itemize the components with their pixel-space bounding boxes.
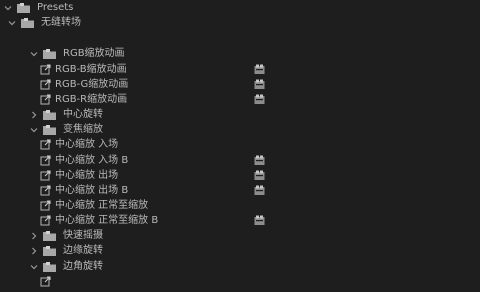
tree-row-label: 中心缩放 正常至缩放 B <box>55 215 159 226</box>
tree-preset-row[interactable]: 中心缩放 正常至缩放 B <box>0 213 480 228</box>
accelerated-effect-icon <box>254 170 265 181</box>
chevron-down-icon[interactable] <box>4 3 12 13</box>
tree-row-label: RGB-G缩放动画 <box>55 79 129 90</box>
accelerated-effect-icon <box>254 94 265 105</box>
tree-row-label: 边缘旋转 <box>63 245 103 256</box>
tree-folder-row[interactable]: 边缘旋转 <box>0 243 480 258</box>
tree-row-label: 中心缩放 出场 B <box>55 185 129 196</box>
chevron-down-icon[interactable] <box>30 125 38 135</box>
tree-folder-row[interactable]: RGB缩放动画 <box>0 46 480 61</box>
chevron-right-icon[interactable] <box>30 231 38 241</box>
preset-icon <box>40 185 51 196</box>
preset-icon <box>40 200 51 211</box>
folder-icon <box>43 109 57 120</box>
folder-icon <box>43 48 57 59</box>
tree-row-label: 中心缩放 出场 <box>55 170 119 181</box>
preset-icon <box>40 215 51 226</box>
tree-row-label: RGB-R缩放动画 <box>55 94 128 105</box>
tree-preset-row[interactable]: RGB-R缩放动画 <box>0 92 480 107</box>
preset-icon <box>40 139 51 150</box>
folder-icon <box>43 124 57 135</box>
tree-row-label: 中心旋转 <box>63 109 103 120</box>
tree-preset-row[interactable]: RGB-G缩放动画 <box>0 77 480 92</box>
preset-icon <box>40 64 51 75</box>
chevron-down-icon[interactable] <box>8 18 16 28</box>
tree-folder-row[interactable]: 中心旋转 <box>0 107 480 122</box>
folder-icon <box>43 261 57 272</box>
accelerated-effect-icon <box>254 215 265 226</box>
tree-preset-row[interactable]: 中心缩放 出场 <box>0 168 480 183</box>
tree-preset-row[interactable]: 中心缩放 出场 B <box>0 183 480 198</box>
tree-row-label: 变焦缩放 <box>63 124 103 135</box>
accelerated-effect-icon <box>254 185 265 196</box>
tree-blank-row <box>0 31 480 46</box>
accelerated-effect-icon <box>254 64 265 75</box>
tree-row-label: 中心缩放 入场 <box>55 139 119 150</box>
folder-icon <box>21 17 35 28</box>
tree-folder-row[interactable]: 边角旋转 <box>0 259 480 274</box>
preset-icon <box>40 155 51 166</box>
tree-preset-row[interactable]: 中心缩放 入场 B <box>0 153 480 168</box>
tree-row-label: 中心缩放 正常至缩放 <box>55 200 149 211</box>
chevron-down-icon[interactable] <box>30 262 38 272</box>
tree-row-label: 边角旋转 <box>63 261 103 272</box>
folder-icon <box>43 245 57 256</box>
chevron-down-icon[interactable] <box>30 49 38 59</box>
tree-folder-row[interactable]: 变焦缩放 <box>0 122 480 137</box>
tree-preset-row[interactable]: 中心缩放 正常至缩放 <box>0 198 480 213</box>
tree-row-label: 中心缩放 入场 B <box>55 155 129 166</box>
tree-folder-row[interactable]: Presets <box>0 0 480 15</box>
folder-icon <box>17 2 31 13</box>
tree-row-label: RGB-B缩放动画 <box>55 64 127 75</box>
accelerated-effect-icon <box>254 79 265 90</box>
preset-icon <box>40 170 51 181</box>
tree-row-label: Presets <box>37 2 74 13</box>
presets-tree: Presets 无缝转场 RGB缩放动画 RGB-B缩放动画 RGB-G缩放动画 RGB-… <box>0 0 480 287</box>
chevron-right-icon[interactable] <box>30 246 38 256</box>
tree-folder-row[interactable]: 快速摇摄 <box>0 228 480 243</box>
tree-row-label: 快速摇摄 <box>63 230 103 241</box>
preset-icon <box>40 94 51 105</box>
tree-row-label: 无缝转场 <box>41 17 81 28</box>
chevron-right-icon[interactable] <box>30 110 38 120</box>
folder-icon <box>43 230 57 241</box>
tree-folder-row[interactable]: 无缝转场 <box>0 15 480 30</box>
preset-icon <box>40 79 51 90</box>
tree-preset-row[interactable]: RGB-B缩放动画 <box>0 62 480 77</box>
tree-row-label: RGB缩放动画 <box>63 48 125 59</box>
preset-icon <box>40 276 51 287</box>
accelerated-effect-icon <box>254 155 265 166</box>
tree-preset-row[interactable]: 中心缩放 入场 <box>0 137 480 152</box>
tree-preset-row[interactable] <box>0 274 480 289</box>
